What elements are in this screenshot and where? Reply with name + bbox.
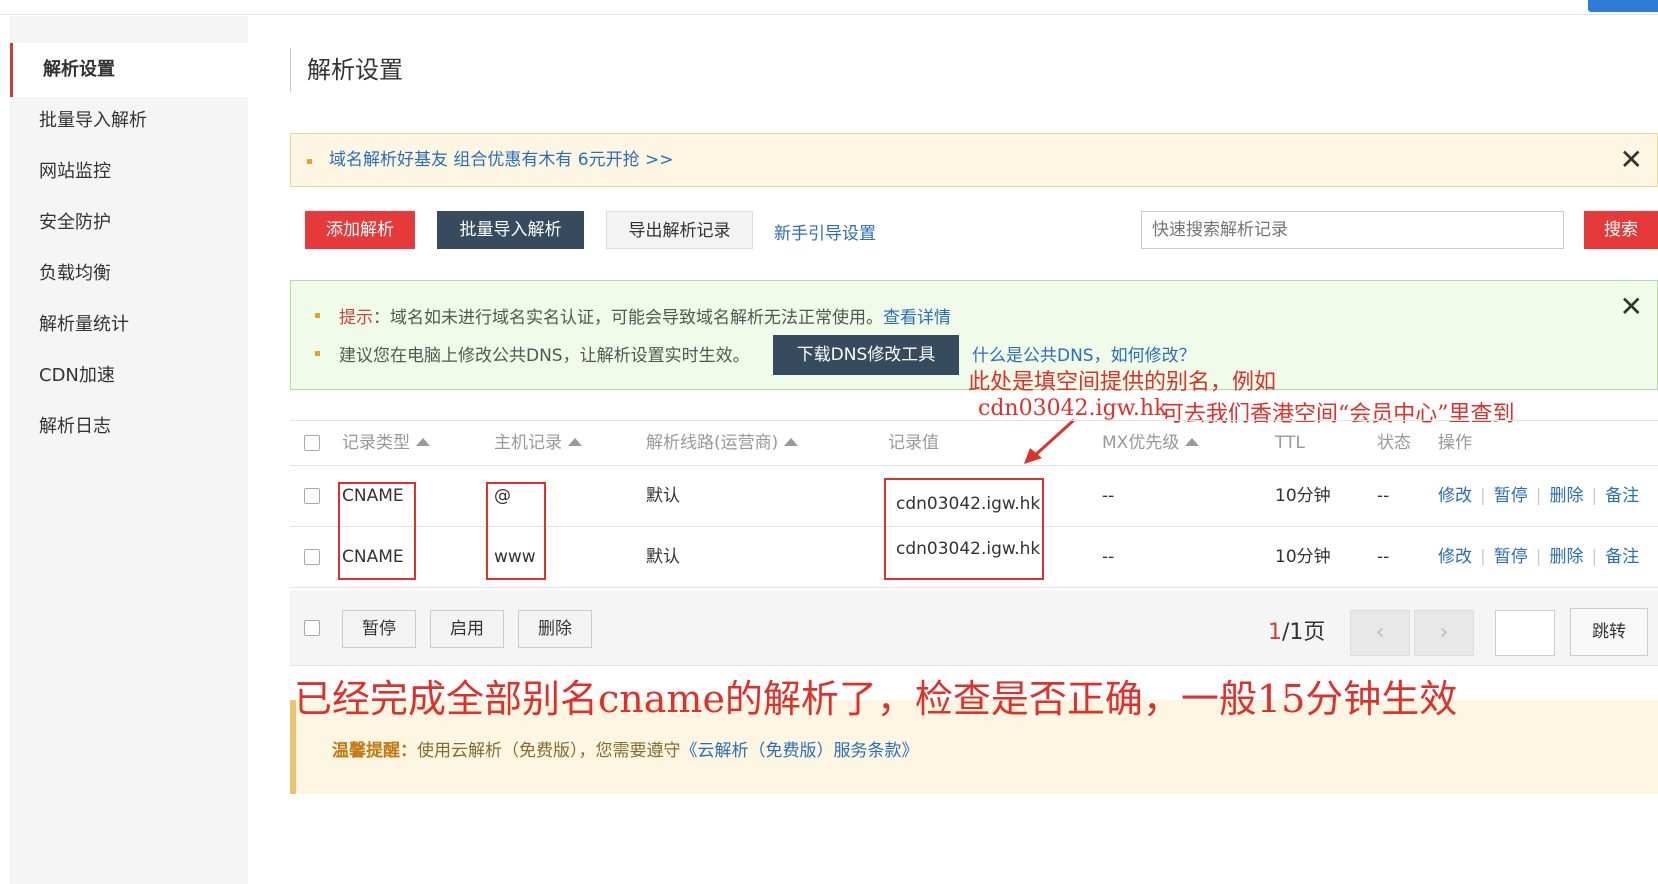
- pause-link[interactable]: 暂停: [1494, 547, 1528, 567]
- col-record-type[interactable]: 记录类型: [342, 421, 430, 465]
- sort-asc-icon: [416, 438, 430, 446]
- close-icon[interactable]: ✕: [1620, 146, 1643, 174]
- close-icon[interactable]: ✕: [1620, 293, 1643, 321]
- col-line[interactable]: 解析线路(运营商): [646, 421, 799, 465]
- note-link[interactable]: 备注: [1605, 547, 1639, 567]
- promo-banner: 域名解析好基友 组合优惠有木有 6元开抢 >> ✕: [290, 133, 1658, 187]
- highlight-box-host: [486, 482, 546, 580]
- hint-text: ：域名如未进行域名实名认证，可能会导致域名解析无法正常使用。: [373, 308, 883, 328]
- cell-status: --: [1377, 486, 1390, 506]
- export-records-button[interactable]: 导出解析记录: [606, 211, 753, 249]
- row-checkbox[interactable]: [304, 488, 320, 504]
- search-button[interactable]: 搜索: [1584, 211, 1658, 249]
- warm-reminder-text: 温馨提醒：使用云解析（免费版），您需要遵守《云解析（免费版）服务条款》: [332, 741, 919, 761]
- col-ttl: TTL: [1275, 433, 1305, 453]
- sidebar-item-cdn[interactable]: CDN加速: [10, 349, 248, 403]
- row-actions: 修改 | 暂停 | 删除 | 备注: [1438, 486, 1640, 506]
- note-link[interactable]: 备注: [1605, 486, 1639, 506]
- page-number-input[interactable]: [1495, 610, 1555, 656]
- public-dns-help-link[interactable]: 什么是公共DNS，如何修改？: [972, 341, 1196, 366]
- sidebar-item-load-balance[interactable]: 负载均衡: [10, 247, 248, 301]
- col-status: 状态: [1377, 433, 1411, 453]
- cell-line: 默认: [646, 486, 680, 506]
- batch-actions-bar: 暂停 启用 删除 1/1页 ‹ › 跳转: [290, 590, 1658, 666]
- search-input[interactable]: [1141, 211, 1564, 249]
- batch-pause-button[interactable]: 暂停: [342, 610, 416, 648]
- cell-mx: --: [1102, 486, 1115, 506]
- dns-advice-text: 建议您在电脑上修改公共DNS，让解析设置实时生效。: [339, 346, 750, 366]
- next-page-button[interactable]: ›: [1414, 610, 1474, 656]
- bullet-icon: [315, 351, 320, 356]
- sidebar-item-dns-settings[interactable]: 解析设置: [10, 43, 248, 97]
- view-details-link[interactable]: 查看详情: [883, 308, 951, 328]
- sort-asc-icon: [1185, 438, 1200, 446]
- sort-asc-icon: [568, 438, 582, 446]
- download-dns-tool-button[interactable]: 下载DNS修改工具: [773, 335, 959, 375]
- batch-delete-button[interactable]: 删除: [518, 610, 592, 648]
- col-record-value: 记录值: [888, 433, 939, 453]
- cell-ttl: 10分钟: [1275, 547, 1331, 567]
- cell-ttl: 10分钟: [1275, 486, 1331, 506]
- promo-link[interactable]: 域名解析好基友 组合优惠有木有 6元开抢 >>: [329, 134, 674, 186]
- annotation-alias-hint: 此处是填空间提供的别名，例如: [968, 370, 1277, 395]
- terms-link[interactable]: 《云解析（免费版）服务条款》: [681, 741, 919, 761]
- sort-asc-icon: [784, 438, 799, 446]
- sidebar-item-site-monitor[interactable]: 网站监控: [10, 145, 248, 199]
- highlight-box-value: [884, 478, 1044, 580]
- select-all-checkbox[interactable]: [304, 435, 320, 451]
- sidebar-item-log[interactable]: 解析日志: [10, 400, 248, 454]
- col-host-record[interactable]: 主机记录: [494, 421, 582, 465]
- cell-status: --: [1377, 547, 1390, 567]
- sidebar-item-batch-import[interactable]: 批量导入解析: [10, 94, 248, 148]
- col-ops: 操作: [1438, 433, 1472, 453]
- cell-line: 默认: [646, 547, 680, 567]
- hint-label: 提示: [339, 308, 373, 328]
- top-divider: [0, 14, 1658, 15]
- delete-link[interactable]: 删除: [1549, 486, 1583, 506]
- cell-mx: --: [1102, 547, 1115, 567]
- add-record-button[interactable]: 添加解析: [305, 211, 415, 249]
- row-actions: 修改 | 暂停 | 删除 | 备注: [1438, 547, 1640, 567]
- annotation-done: 已经完成全部别名cname的解析了，检查是否正确，一般15分钟生效: [294, 677, 1458, 721]
- select-all-checkbox[interactable]: [304, 620, 320, 636]
- bullet-icon: [307, 159, 312, 164]
- page-title: 解析设置: [290, 48, 403, 92]
- corner-badge[interactable]: [1588, 0, 1658, 12]
- sidebar-item-security[interactable]: 安全防护: [10, 196, 248, 250]
- batch-enable-button[interactable]: 启用: [430, 610, 504, 648]
- col-mx[interactable]: MX优先级: [1102, 421, 1200, 465]
- bullet-icon: [315, 313, 320, 318]
- sidebar-item-stats[interactable]: 解析量统计: [10, 298, 248, 352]
- guide-settings-link[interactable]: 新手引导设置: [774, 219, 876, 244]
- highlight-box-type: [338, 482, 416, 580]
- delete-link[interactable]: 删除: [1549, 547, 1583, 567]
- table-header: 记录类型 主机记录 解析线路(运营商) 记录值 MX优先级 TTL 状态 操作: [290, 420, 1658, 466]
- prev-page-button[interactable]: ‹: [1350, 610, 1410, 656]
- jump-button[interactable]: 跳转: [1570, 608, 1648, 656]
- row-checkbox[interactable]: [304, 549, 320, 565]
- pause-link[interactable]: 暂停: [1494, 486, 1528, 506]
- sidebar: 解析设置 批量导入解析 网站监控 安全防护 负载均衡 解析量统计 CDN加速 解…: [10, 16, 248, 884]
- hint-line: 提示：域名如未进行域名实名认证，可能会导致域名解析无法正常使用。查看详情: [339, 303, 951, 328]
- batch-import-button[interactable]: 批量导入解析: [437, 211, 584, 249]
- edit-link[interactable]: 修改: [1438, 486, 1472, 506]
- edit-link[interactable]: 修改: [1438, 547, 1472, 567]
- page-indicator: 1/1页: [1268, 620, 1326, 645]
